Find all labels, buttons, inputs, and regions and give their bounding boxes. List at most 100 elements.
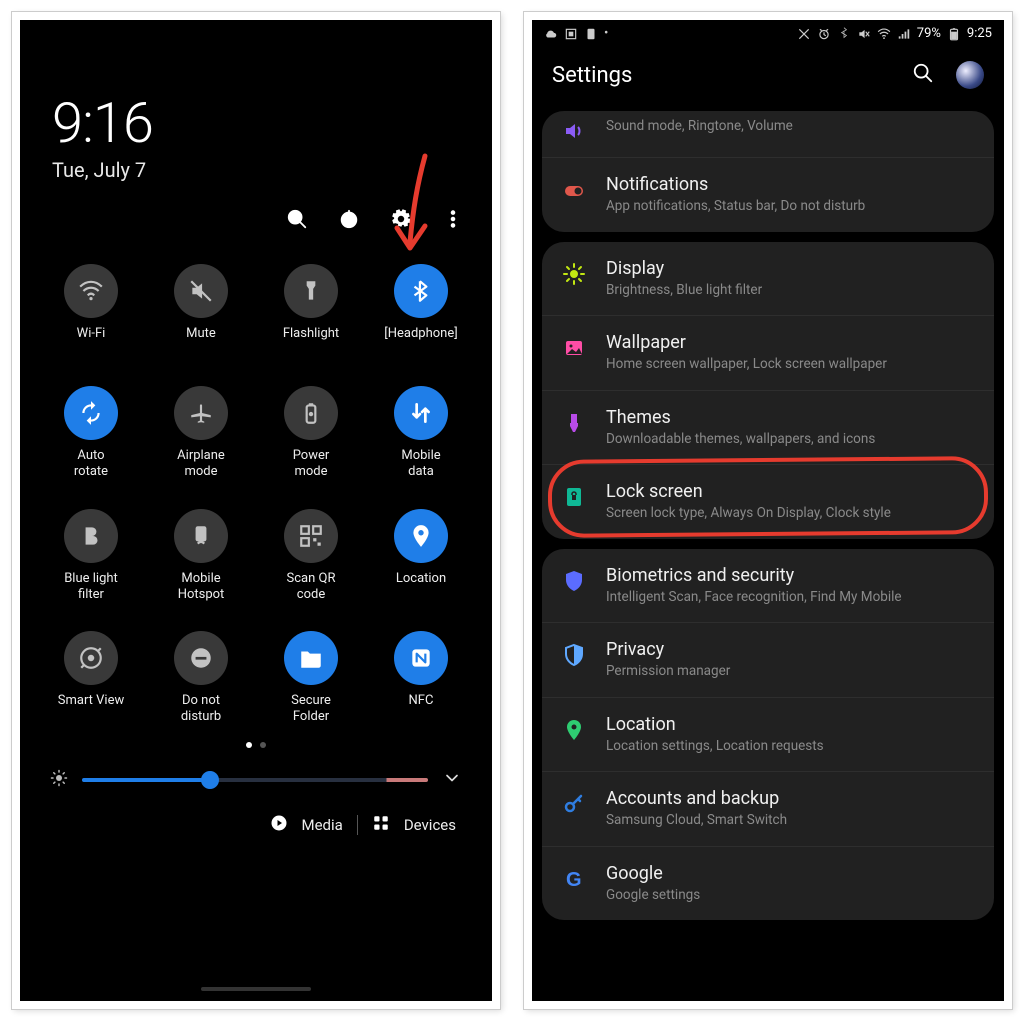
wifi-icon	[64, 264, 118, 318]
qs-tile-label: Powermode	[293, 448, 330, 481]
row-title: Display	[606, 258, 976, 279]
google-icon: G	[560, 865, 588, 893]
wifi-status-icon	[877, 27, 891, 41]
home-indicator[interactable]	[201, 987, 311, 991]
qs-tile-mobile-data[interactable]: Mobiledata	[372, 386, 470, 481]
settings-row-display[interactable]: Display Brightness, Blue light filter	[542, 242, 994, 316]
row-subtitle: Permission manager	[606, 663, 976, 681]
key-icon	[560, 790, 588, 818]
row-subtitle: Google settings	[606, 887, 976, 905]
mute-status-icon	[857, 27, 871, 41]
battery-icon	[947, 27, 961, 41]
settings-row-privacy[interactable]: Privacy Permission manager	[542, 622, 994, 697]
search-icon[interactable]	[286, 208, 308, 230]
qs-tile-bluetooth[interactable]: [Headphone]	[372, 264, 470, 358]
more-vert-icon[interactable]	[442, 208, 464, 230]
play-icon	[270, 814, 288, 836]
divider	[357, 815, 358, 835]
qs-tile-location[interactable]: Location	[372, 509, 470, 604]
settings-list[interactable]: Sound mode, Ringtone, Volume Notificatio…	[532, 111, 1004, 920]
row-subtitle: App notifications, Status bar, Do not di…	[606, 198, 976, 216]
settings-row-themes[interactable]: Themes Downloadable themes, wallpapers, …	[542, 390, 994, 465]
screenshot-icon	[564, 27, 578, 41]
settings-card: Display Brightness, Blue light filter Wa…	[542, 242, 994, 539]
settings-card: Sound mode, Ringtone, Volume Notificatio…	[542, 111, 994, 232]
qs-tile-qr[interactable]: Scan QRcode	[262, 509, 360, 604]
qs-tile-label: Smart View	[58, 693, 125, 725]
shield-icon	[560, 567, 588, 595]
qs-tile-label: [Headphone]	[384, 326, 457, 358]
brightness-row	[20, 762, 492, 810]
page-dot	[260, 742, 266, 748]
qs-tile-wifi[interactable]: Wi-Fi	[42, 264, 140, 358]
qs-tile-label: Airplanemode	[177, 448, 225, 481]
settings-card: Biometrics and security Intelligent Scan…	[542, 549, 994, 921]
devices-icon	[372, 814, 390, 836]
settings-header: Settings	[532, 47, 1004, 111]
settings-row-biometrics[interactable]: Biometrics and security Intelligent Scan…	[542, 549, 994, 623]
svg-text:G: G	[566, 869, 582, 891]
image-icon	[560, 334, 588, 362]
settings-row-location[interactable]: Location Location settings, Location req…	[542, 697, 994, 772]
settings-row-wallpaper[interactable]: Wallpaper Home screen wallpaper, Lock sc…	[542, 315, 994, 390]
row-title: Notifications	[606, 174, 976, 195]
qs-tile-blue-light[interactable]: Blue lightfilter	[42, 509, 140, 604]
pin-icon	[560, 716, 588, 744]
row-title: Location	[606, 714, 976, 735]
qs-tile-mute[interactable]: Mute	[152, 264, 250, 358]
settings-row-notifications[interactable]: Notifications App notifications, Status …	[542, 157, 994, 232]
row-subtitle: Samsung Cloud, Smart Switch	[606, 812, 976, 830]
qs-tile-nfc[interactable]: NFC	[372, 631, 470, 726]
battery-percent: 79%	[917, 26, 941, 41]
row-title: Google	[606, 863, 976, 884]
brightness-thumb[interactable]	[201, 771, 219, 789]
row-title: Lock screen	[606, 481, 976, 502]
chevron-down-icon[interactable]	[442, 768, 462, 792]
brightness-slider[interactable]	[82, 778, 428, 782]
settings-row-lock-screen[interactable]: Lock screen Screen lock type, Always On …	[542, 464, 994, 539]
toggle-icon	[560, 176, 588, 204]
qs-tile-power-mode[interactable]: Powermode	[262, 386, 360, 481]
qs-header: 9:16 Tue, July 7	[20, 20, 492, 192]
qs-tile-smart-view[interactable]: Smart View	[42, 631, 140, 726]
qs-tile-label: SecureFolder	[291, 693, 331, 726]
avatar[interactable]	[956, 61, 984, 89]
devices-button[interactable]: Devices	[404, 816, 456, 834]
qs-tile-auto-rotate[interactable]: Autorotate	[42, 386, 140, 481]
page-indicator[interactable]	[20, 736, 492, 762]
bold-icon	[64, 509, 118, 563]
row-subtitle: Location settings, Location requests	[606, 738, 976, 756]
qs-tile-airplane[interactable]: Airplanemode	[152, 386, 250, 481]
qs-tile-flashlight[interactable]: Flashlight	[262, 264, 360, 358]
shield2-icon	[560, 641, 588, 669]
row-title: Themes	[606, 407, 976, 428]
row-title: Biometrics and security	[606, 565, 976, 586]
media-button[interactable]: Media	[302, 816, 343, 834]
settings-row-accounts[interactable]: Accounts and backup Samsung Cloud, Smart…	[542, 771, 994, 846]
row-subtitle: Downloadable themes, wallpapers, and ico…	[606, 431, 976, 449]
qs-tile-label: Scan QRcode	[287, 571, 336, 604]
data-icon	[394, 386, 448, 440]
gear-icon[interactable]	[390, 208, 412, 230]
qs-tile-label: Do notdisturb	[181, 693, 221, 726]
search-icon[interactable]	[912, 62, 934, 88]
qs-tile-dnd[interactable]: Do notdisturb	[152, 631, 250, 726]
status-bar-right: 79% 9:25	[797, 26, 992, 41]
flashlight-icon	[284, 264, 338, 318]
status-dot: •	[604, 26, 608, 41]
airplane-icon	[174, 386, 228, 440]
signal-icon	[897, 27, 911, 41]
settings-row-google[interactable]: G Google Google settings	[542, 846, 994, 921]
qs-tile-hotspot[interactable]: MobileHotspot	[152, 509, 250, 604]
mute-icon	[174, 264, 228, 318]
qs-tile-secure-folder[interactable]: SecureFolder	[262, 631, 360, 726]
sim-icon	[584, 27, 598, 41]
settings-row-sounds[interactable]: Sound mode, Ringtone, Volume	[542, 111, 994, 157]
nfc-status-icon	[797, 27, 811, 41]
status-bar: • 79% 9:25	[532, 20, 1004, 47]
power-icon[interactable]	[338, 208, 360, 230]
alarm-icon	[817, 27, 831, 41]
row-title: Wallpaper	[606, 332, 976, 353]
qr-icon	[284, 509, 338, 563]
dnd-icon	[174, 631, 228, 685]
